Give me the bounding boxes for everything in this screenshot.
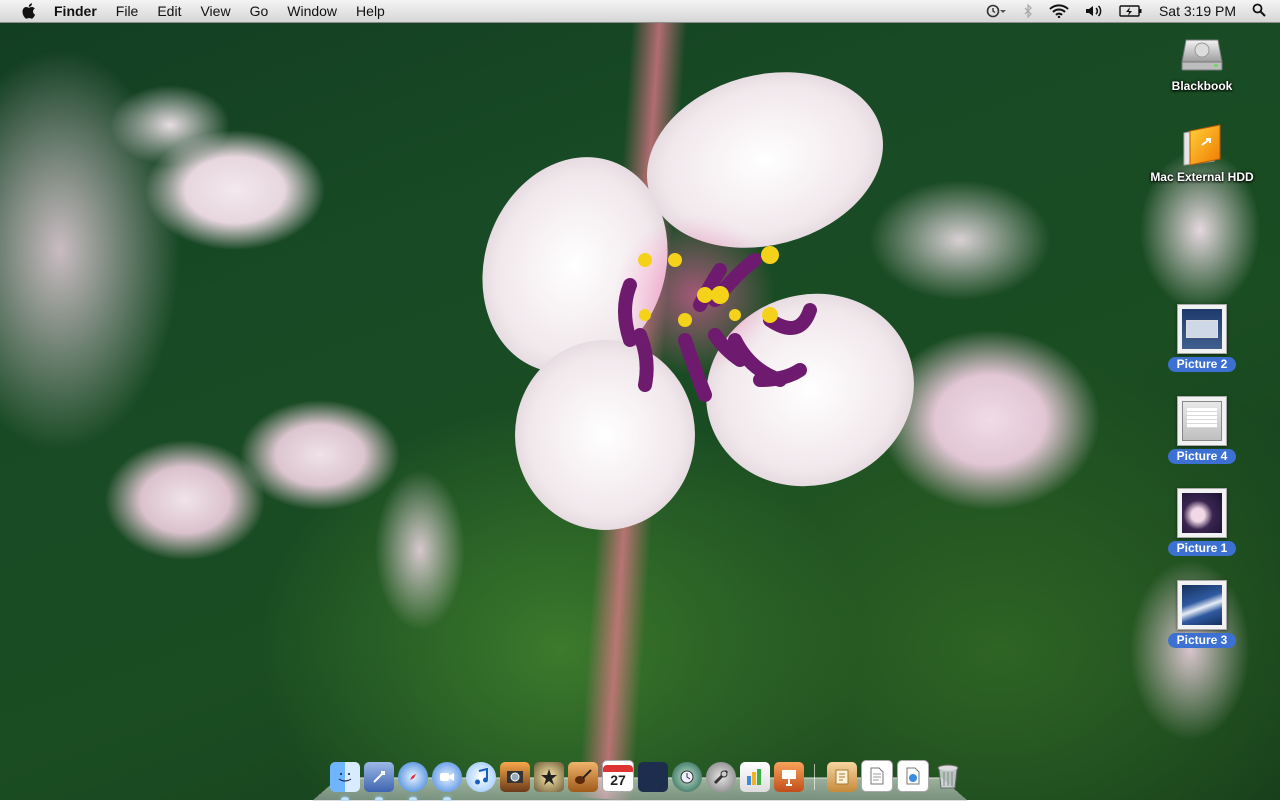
menu-file[interactable]: File [116,3,139,19]
dashboard-icon[interactable] [740,762,770,792]
desktop-item-label: Picture 3 [1167,633,1237,648]
keynote-icon[interactable] [774,762,804,792]
trash-icon[interactable] [933,762,963,792]
menu-bar: Finder File Edit View Go Window Help Sat… [0,0,1280,23]
menu-clock[interactable]: Sat 3:19 PM [1159,3,1236,19]
hard-drive-icon [1180,32,1224,76]
bluetooth-icon[interactable] [1023,4,1033,18]
mail-icon[interactable] [364,762,394,801]
menu-view[interactable]: View [200,3,230,19]
desktop-item-label: Picture 4 [1167,449,1237,464]
dock-separator [814,764,815,790]
desktop-item-label: Picture 2 [1167,357,1237,372]
spaces-icon[interactable] [638,762,668,792]
external-drive-icon [1180,123,1224,167]
desktop-item-picture-3[interactable]: Picture 3 [1142,580,1262,649]
desktop-item-label: Blackbook [1171,79,1233,93]
safari-icon[interactable] [398,762,428,801]
menu-window[interactable]: Window [287,3,337,19]
volume-icon[interactable] [1085,4,1103,18]
wallpaper-flower [482,72,914,530]
apple-icon[interactable] [20,2,38,20]
menu-go[interactable]: Go [250,3,269,19]
desktop-item-picture-1[interactable]: Picture 1 [1142,488,1262,557]
menu-app-name[interactable]: Finder [54,3,97,19]
screenshot-thumbnail-icon [1177,488,1227,538]
time-machine-icon[interactable] [672,762,702,792]
ical-icon[interactable]: 27 [602,760,634,792]
running-indicator [409,797,417,801]
ical-date-badge: 27 [610,771,626,788]
imovie-icon[interactable] [534,762,564,792]
desktop-item-picture-4[interactable]: Picture 4 [1142,396,1262,465]
iphoto-icon[interactable] [500,762,530,792]
screenshot-thumbnail-icon [1177,396,1227,446]
desktop-item-picture-2[interactable]: Picture 2 [1142,304,1262,373]
applications-stack-icon[interactable] [827,762,857,792]
itunes-icon[interactable] [466,762,496,792]
status-menus: Sat 3:19 PM [969,0,1280,22]
documents-stack-icon[interactable] [861,760,893,792]
time-machine-icon[interactable] [985,4,1007,18]
desktop-item-label: Picture 1 [1167,541,1237,556]
wifi-icon[interactable] [1049,4,1069,18]
desktop-item-mac-external-hdd[interactable]: Mac External HDD [1142,123,1262,184]
desktop-item-label: Mac External HDD [1150,170,1254,184]
menu-edit[interactable]: Edit [157,3,181,19]
desktop-item-blackbook[interactable]: Blackbook [1142,32,1262,93]
battery-icon[interactable] [1119,4,1143,18]
garageband-icon[interactable] [568,762,598,792]
screenshot-thumbnail-icon [1177,580,1227,630]
spotlight-icon[interactable] [1252,3,1266,20]
system-preferences-icon[interactable] [706,762,736,792]
running-indicator [443,797,451,801]
ichat-icon[interactable] [432,762,462,801]
downloads-stack-icon[interactable] [897,760,929,792]
finder-icon[interactable] [330,762,360,801]
running-indicator [341,797,349,801]
screenshot-thumbnail-icon [1177,304,1227,354]
running-indicator [375,797,383,801]
menu-help[interactable]: Help [356,3,385,19]
dock: 27 [330,756,967,801]
